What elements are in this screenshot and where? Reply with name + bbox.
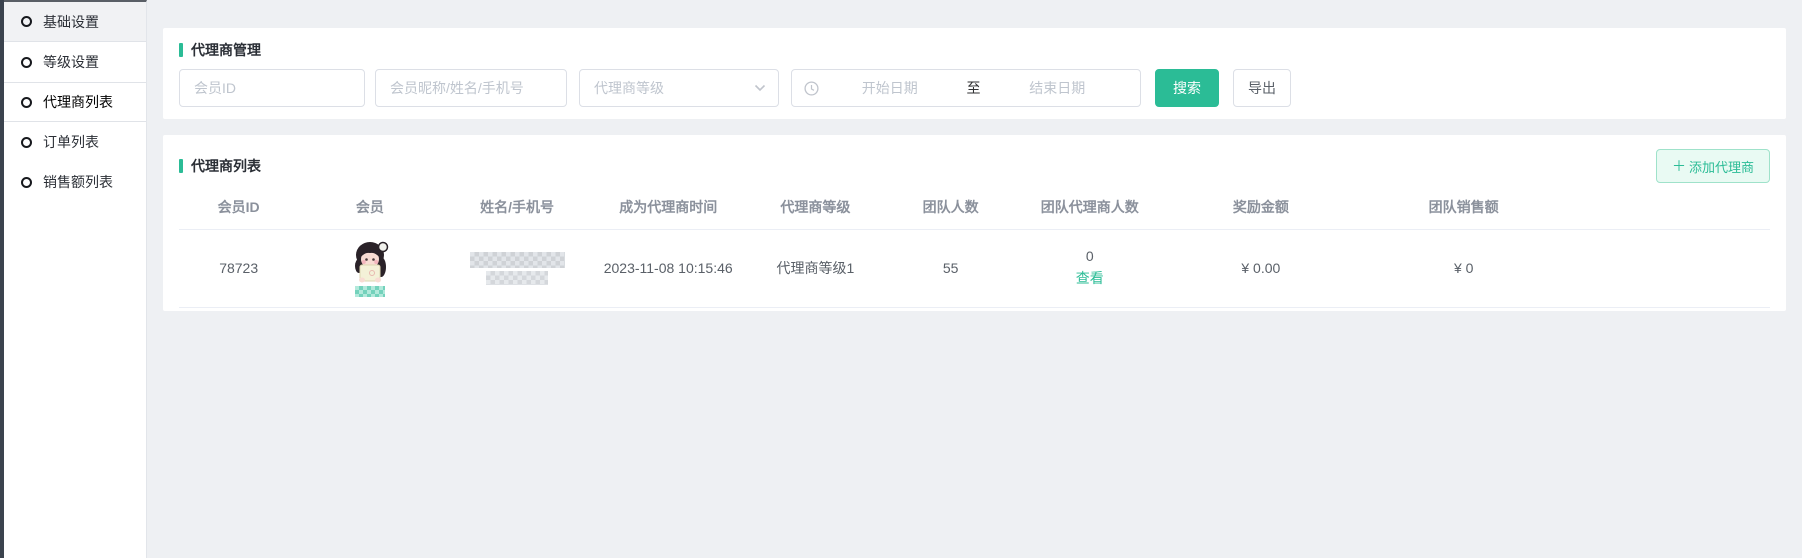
- sidebar-item-label: 销售额列表: [43, 172, 113, 192]
- plus-icon: ＋: [1672, 156, 1686, 176]
- col-header-team-count: 团队人数: [887, 185, 1014, 229]
- radio-circle-icon: [21, 97, 32, 108]
- member-id-input[interactable]: [179, 69, 365, 107]
- blurred-nickname: [355, 286, 385, 297]
- search-panel-title: 代理商管理: [179, 40, 1770, 60]
- agent-search-panel: 代理商管理 代理商等级 开始日期 至: [163, 28, 1786, 119]
- sidebar: 基础设置 等级设置 代理商列表 订单列表 销售额列表: [4, 0, 147, 558]
- cell-member-id: 78723: [179, 229, 298, 307]
- sidebar-item-agent-list[interactable]: 代理商列表: [4, 82, 146, 122]
- main-content: 代理商管理 代理商等级 开始日期 至: [147, 0, 1802, 558]
- agent-list-panel: 代理商列表 ＋ 添加代理商 会员ID 会员 姓名/手机号: [163, 135, 1786, 311]
- blurred-phone: [486, 271, 548, 285]
- sidebar-item-basic-settings[interactable]: 基础设置: [4, 2, 146, 42]
- cell-became-agent-time: 2023-11-08 10:15:46: [593, 229, 744, 307]
- radio-circle-icon: [21, 16, 32, 27]
- cell-member: [298, 229, 441, 307]
- green-bar-accent: [179, 159, 183, 173]
- green-bar-accent: [179, 43, 183, 57]
- chevron-down-icon: [754, 84, 766, 92]
- sidebar-item-label: 等级设置: [43, 52, 99, 72]
- search-panel-title-text: 代理商管理: [191, 40, 261, 60]
- cell-team-agent-count: 0 查看: [1014, 229, 1165, 307]
- team-agent-count-value: 0: [1086, 248, 1094, 264]
- export-button[interactable]: 导出: [1233, 69, 1291, 107]
- radio-circle-icon: [21, 57, 32, 68]
- agent-level-select[interactable]: 代理商等级: [579, 69, 779, 107]
- col-header-member-id: 会员ID: [179, 185, 298, 229]
- sidebar-item-sales-list[interactable]: 销售额列表: [4, 162, 146, 202]
- blurred-name: [470, 252, 565, 268]
- agent-table: 会员ID 会员 姓名/手机号 成为代理商时间 代理商等级 团队人数 团队代理商人…: [179, 185, 1770, 308]
- col-header-became-agent-time: 成为代理商时间: [593, 185, 744, 229]
- col-header-name-phone: 姓名/手机号: [442, 185, 593, 229]
- cell-filler: [1571, 229, 1770, 307]
- radio-circle-icon: [21, 137, 32, 148]
- page: 基础设置 等级设置 代理商列表 订单列表 销售额列表 代理商管理: [0, 0, 1802, 558]
- table-header-row: 会员ID 会员 姓名/手机号 成为代理商时间 代理商等级 团队人数 团队代理商人…: [179, 185, 1770, 229]
- sidebar-item-label: 代理商列表: [43, 92, 113, 112]
- filter-row: 代理商等级 开始日期 至 结束日期 搜索 导出: [179, 69, 1770, 107]
- nickname-name-phone-input[interactable]: [375, 69, 567, 107]
- sidebar-item-level-settings[interactable]: 等级设置: [4, 42, 146, 82]
- agent-level-select-placeholder: 代理商等级: [594, 78, 664, 98]
- date-end-placeholder[interactable]: 结束日期: [987, 78, 1129, 98]
- clock-icon: [804, 81, 819, 96]
- date-separator: 至: [961, 78, 987, 98]
- add-agent-button[interactable]: ＋ 添加代理商: [1656, 149, 1770, 183]
- radio-circle-icon: [21, 177, 32, 188]
- list-panel-title: 代理商列表: [179, 156, 261, 176]
- sidebar-item-label: 基础设置: [43, 12, 99, 32]
- col-header-filler: [1571, 185, 1770, 229]
- col-header-agent-level: 代理商等级: [744, 185, 887, 229]
- sidebar-item-order-list[interactable]: 订单列表: [4, 122, 146, 162]
- cell-reward-amount: ¥ 0.00: [1165, 229, 1356, 307]
- cell-team-count: 55: [887, 229, 1014, 307]
- list-panel-title-text: 代理商列表: [191, 156, 261, 176]
- col-header-member: 会员: [298, 185, 441, 229]
- list-panel-header: 代理商列表 ＋ 添加代理商: [179, 147, 1770, 185]
- col-header-team-sales: 团队销售额: [1356, 185, 1571, 229]
- date-start-placeholder[interactable]: 开始日期: [819, 78, 961, 98]
- add-agent-button-label: 添加代理商: [1689, 157, 1754, 176]
- col-header-team-agent-count: 团队代理商人数: [1014, 185, 1165, 229]
- table-row: 78723: [179, 229, 1770, 307]
- search-button[interactable]: 搜索: [1155, 69, 1219, 107]
- cell-agent-level: 代理商等级1: [744, 229, 887, 307]
- cell-name-phone: [442, 229, 593, 307]
- view-link[interactable]: 查看: [1018, 268, 1161, 288]
- date-range-picker[interactable]: 开始日期 至 结束日期: [791, 69, 1141, 107]
- cell-team-sales: ¥ 0: [1356, 229, 1571, 307]
- sidebar-item-label: 订单列表: [43, 132, 99, 152]
- avatar: [350, 240, 390, 284]
- col-header-reward-amount: 奖励金额: [1165, 185, 1356, 229]
